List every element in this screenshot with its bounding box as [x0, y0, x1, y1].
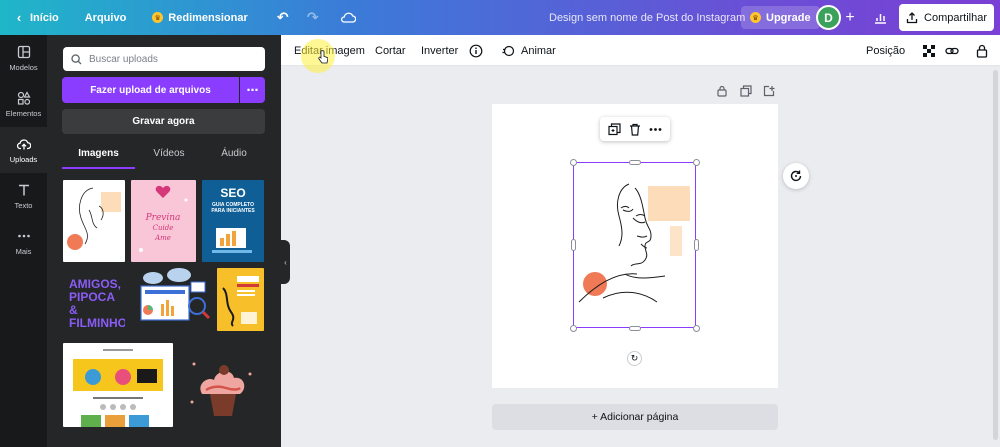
share-button[interactable]: Compartilhar [899, 4, 994, 31]
rail-label: Elementos [5, 108, 42, 118]
tab-videos[interactable]: Vídeos [135, 145, 203, 169]
avatar[interactable]: D [816, 5, 841, 30]
search-box[interactable] [63, 47, 265, 71]
media-tabs: Imagens Vídeos Áudio [62, 145, 265, 169]
seo-title: SEO [220, 186, 246, 200]
element-float-menu [600, 117, 670, 141]
rail-item-uploads[interactable]: Uploads [0, 127, 47, 173]
search-icon [71, 53, 82, 64]
amigos-text: AMIGOS, PIPOCA & FILMINHO. [69, 277, 125, 330]
more-icon [17, 234, 30, 237]
resize-handle-bottom[interactable] [629, 326, 641, 331]
resize-handle-top[interactable] [629, 160, 641, 165]
rotate-icon[interactable]: ↻ [627, 351, 642, 366]
uploads-panel: Fazer upload de arquivos ⋯ Gravar agora … [47, 35, 281, 447]
upload-thumbnail-yellow-poster[interactable] [217, 268, 264, 331]
home-link[interactable]: Início [30, 0, 59, 35]
resize-handle-right[interactable] [694, 239, 699, 251]
back-chevron-icon[interactable]: ‹ [12, 0, 26, 35]
record-now-button[interactable]: Gravar agora [62, 109, 265, 134]
cloud-upload-icon [16, 138, 31, 149]
left-rail: Modelos Elementos Uploads Texto Mais [0, 35, 47, 447]
upload-thumbnail-seo-guide[interactable]: SEO GUIA COMPLETO PARA INICIANTES [202, 180, 264, 262]
hand-cursor-icon [318, 50, 328, 64]
canvas-scrollbar[interactable] [993, 70, 998, 440]
upgrade-button[interactable]: ♛ Upgrade [741, 6, 820, 29]
upload-thumbnail-amigos-pipoca[interactable]: AMIGOS, PIPOCA & FILMINHO. [63, 268, 125, 331]
resize-handle-left[interactable] [571, 239, 576, 251]
rail-label: Uploads [9, 154, 38, 164]
svg-text:Previna: Previna [145, 213, 181, 223]
document-title[interactable]: Design sem nome de Post do Instagram [549, 0, 745, 35]
resize-handle-tr[interactable] [693, 159, 700, 166]
page-add-icon[interactable] [762, 84, 776, 98]
resize-button[interactable]: ♛ Redimensionar [152, 0, 248, 35]
tab-audio[interactable]: Áudio [203, 145, 265, 169]
duplicate-icon[interactable] [608, 122, 621, 136]
trash-icon[interactable] [629, 123, 641, 136]
rail-item-modelos[interactable]: Modelos [0, 35, 47, 81]
upload-thumbnail-cupcake[interactable] [180, 350, 264, 420]
upload-more-icon[interactable]: ⋯ [240, 77, 265, 103]
refresh-magic-icon[interactable] [783, 163, 809, 189]
search-input[interactable] [89, 53, 259, 65]
rail-item-mais[interactable]: Mais [0, 219, 47, 265]
upload-thumbnail-face-art[interactable] [63, 180, 125, 262]
text-icon [18, 184, 29, 195]
add-collaborator-icon[interactable]: + [843, 0, 857, 35]
more-options-icon[interactable] [649, 123, 662, 136]
selection-box [573, 162, 696, 328]
transparency-icon[interactable] [922, 35, 936, 66]
add-page-button[interactable]: + Adicionar página [492, 404, 778, 430]
seo-subtitle: GUIA COMPLETO PARA INICIANTES [211, 202, 255, 214]
flip-button[interactable]: Inverter [421, 35, 458, 66]
lock-icon[interactable] [976, 35, 988, 66]
redo-icon[interactable]: ↷ [304, 0, 322, 35]
file-menu[interactable]: Arquivo [85, 0, 127, 35]
rail-item-elementos[interactable]: Elementos [0, 81, 47, 127]
top-bar: ‹ Início Arquivo ♛ Redimensionar ↶ ↷ Des… [0, 0, 1000, 35]
animate-icon [502, 45, 515, 56]
upload-files-button[interactable]: Fazer upload de arquivos [62, 77, 239, 103]
upgrade-label: Upgrade [766, 11, 811, 24]
page-lock-icon[interactable] [715, 84, 729, 98]
cloud-save-icon[interactable] [338, 0, 358, 35]
svg-text:Cuide: Cuide [153, 224, 174, 232]
tab-imagens[interactable]: Imagens [62, 145, 135, 169]
rail-item-texto[interactable]: Texto [0, 173, 47, 219]
share-upload-icon [906, 11, 918, 23]
share-label: Compartilhar [924, 11, 987, 24]
resize-label: Redimensionar [168, 11, 248, 24]
page-duplicate-icon[interactable] [739, 84, 753, 98]
layout-icon [17, 45, 30, 58]
info-icon[interactable] [469, 35, 483, 66]
svg-text:Ame: Ame [154, 234, 171, 242]
crop-button[interactable]: Cortar [375, 35, 406, 66]
resize-handle-tl[interactable] [570, 159, 577, 166]
resize-handle-br[interactable] [693, 325, 700, 332]
upload-thumbnail-pink-quote[interactable]: Previna Cuide Ame [131, 180, 196, 262]
editor-toolbar: Editar imagem Cortar Inverter Animar Pos… [281, 35, 1000, 66]
crown-icon: ♛ [750, 12, 761, 23]
rail-label: Texto [14, 200, 33, 210]
crown-icon: ♛ [152, 12, 164, 23]
resize-handle-bl[interactable] [570, 325, 577, 332]
rail-label: Mais [15, 246, 32, 256]
undo-icon[interactable]: ↶ [274, 0, 292, 35]
upload-thumbnail-website-mockup[interactable] [63, 343, 173, 427]
position-button[interactable]: Posição [866, 35, 905, 66]
insights-chart-icon[interactable] [872, 0, 888, 35]
link-icon[interactable] [945, 35, 959, 66]
animate-button[interactable]: Animar [501, 35, 556, 66]
animate-label: Animar [521, 44, 556, 57]
collapse-panel-handle[interactable]: ‹ [281, 240, 290, 284]
rail-label: Modelos [9, 62, 38, 72]
upload-thumbnail-analytics-illustration[interactable] [131, 268, 212, 331]
shapes-icon [17, 90, 31, 105]
